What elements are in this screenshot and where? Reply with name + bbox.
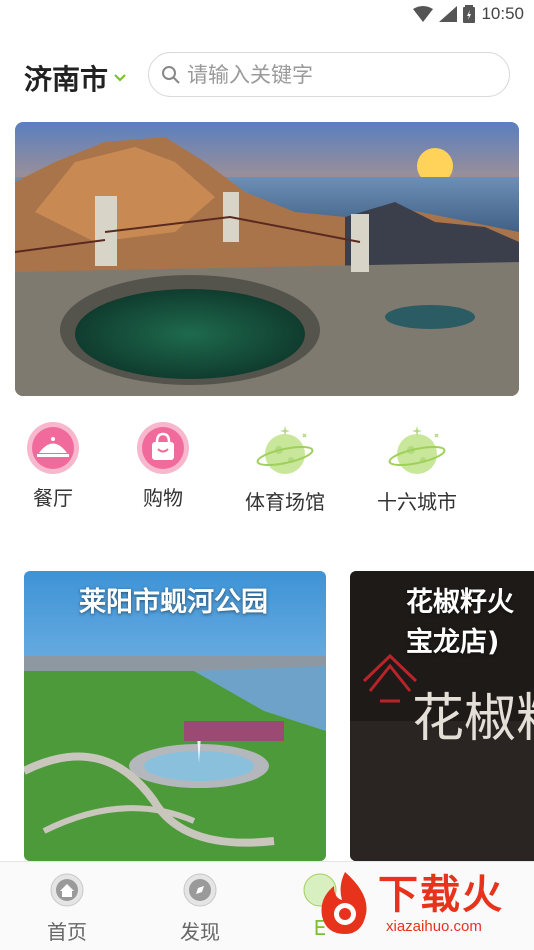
status-time: 10:50 [481,4,524,23]
category-sixteen-cities[interactable]: 十六城市 [357,420,477,515]
wifi-icon [413,6,434,22]
home-icon [50,873,84,907]
category-label: 十六城市 [377,490,457,514]
tab-label: 发现 [180,920,220,944]
category-label: 购物 [143,486,183,510]
search-icon [162,66,180,84]
status-icons: 10:50 [413,4,524,24]
flame-logo-icon [321,872,367,934]
card-restaurant[interactable]: 花椒籽 花椒籽火 宝龙店) [350,571,534,861]
header: 济南市 [0,50,534,100]
planet-icon [256,426,314,474]
shopping-bag-icon [137,422,189,474]
tab-discover[interactable]: 发现 [160,872,240,945]
watermark-logo: 下载火 xiazaihuo.com [310,860,534,950]
card-title-line2: 宝龙店) [406,627,500,658]
city-name: 济南市 [24,63,109,96]
category-grid: 餐厅 购物 体育场馆 十六城市 [0,420,534,520]
banner-image[interactable] [15,122,519,396]
recommend-cards: 莱阳市蚬河公园 花椒籽 花椒籽火 宝龙店) [0,571,534,861]
category-label: 餐厅 [33,486,73,510]
planet-icon [388,426,446,474]
banner-scene [15,122,519,396]
card-title: 莱阳市蚬河公园 [79,587,268,618]
search-input[interactable] [187,57,497,93]
signal-icon [439,6,458,22]
category-stadium[interactable]: 体育场馆 [225,420,345,515]
compass-icon [183,873,217,907]
watermark-brand: 下载火 [378,872,504,918]
battery-icon [463,5,476,23]
city-selector[interactable]: 济南市 [24,58,126,98]
search-box[interactable] [148,52,510,97]
card-title-line1: 花椒籽火 [406,587,514,618]
category-label: 体育场馆 [245,490,325,514]
status-bar: 10:50 [0,0,534,30]
chevron-down-icon [114,74,126,82]
tab-label: 首页 [47,920,87,944]
category-restaurant[interactable]: 餐厅 [0,420,113,511]
category-shopping[interactable]: 购物 [103,420,223,511]
card-park[interactable]: 莱阳市蚬河公园 [24,571,326,861]
tab-home[interactable]: 首页 [27,872,107,945]
restaurant-sign-text: 花椒籽 [412,689,534,749]
restaurant-icon [27,422,79,474]
watermark-url: xiazaihuo.com [386,918,482,935]
